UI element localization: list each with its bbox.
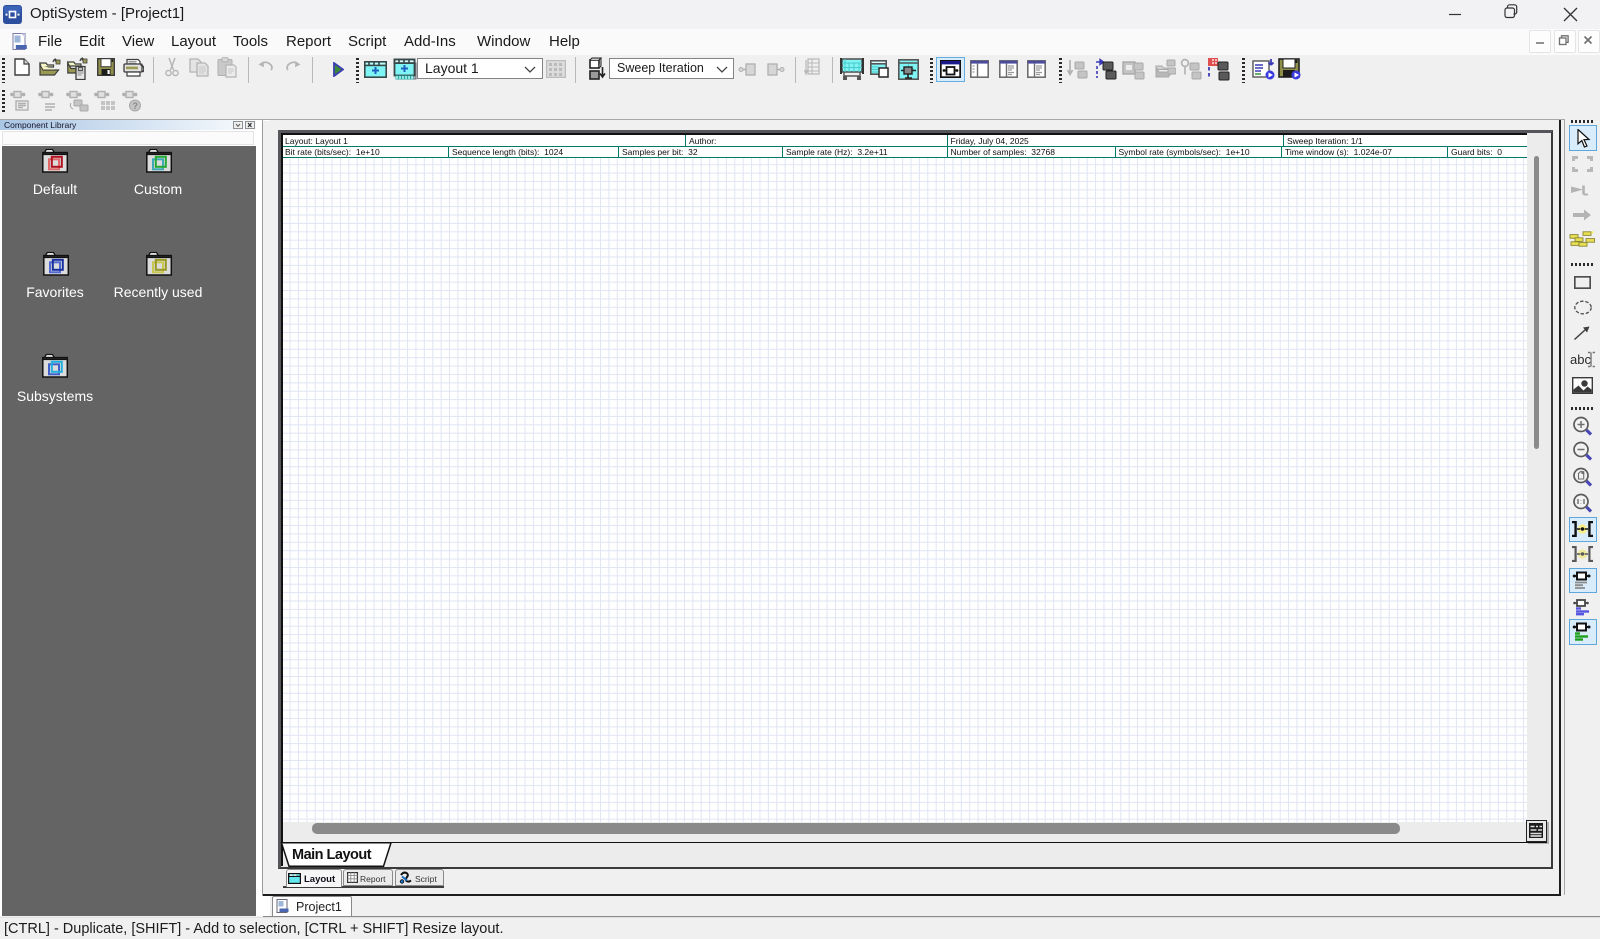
svg-text:?: ? bbox=[133, 101, 139, 111]
